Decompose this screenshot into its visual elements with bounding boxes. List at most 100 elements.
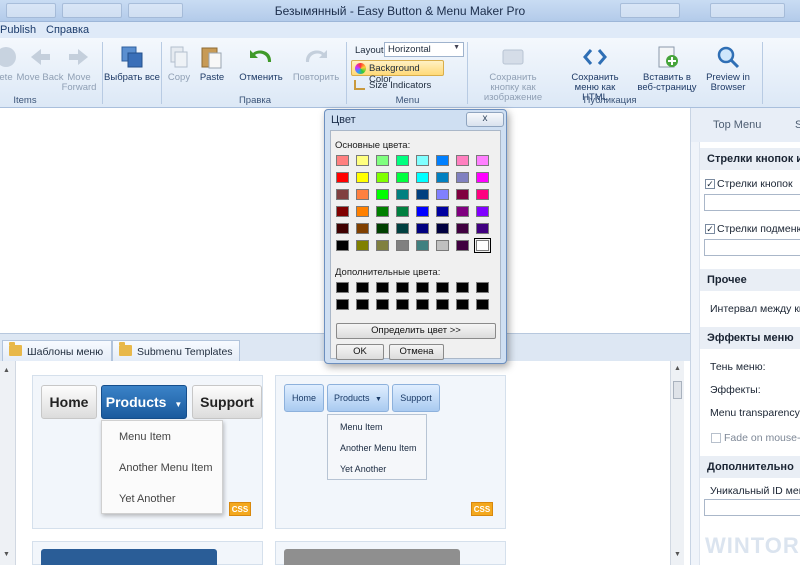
custom-color-swatch[interactable] <box>376 282 389 293</box>
color-swatch[interactable] <box>376 172 389 183</box>
save-button-image-button[interactable]: Сохранить кнопку как изображение <box>476 44 550 103</box>
menu-help[interactable]: Справка <box>46 24 89 36</box>
color-swatch[interactable] <box>396 189 409 200</box>
scrollbar-right[interactable]: ▲ ▼ <box>670 361 684 565</box>
color-swatch[interactable] <box>376 223 389 234</box>
custom-color-swatch[interactable] <box>376 299 389 310</box>
color-swatch[interactable] <box>416 240 429 251</box>
color-swatch[interactable] <box>376 155 389 166</box>
color-swatch[interactable] <box>356 172 369 183</box>
checkbox-submenu-arrows[interactable]: ✓ <box>705 224 715 234</box>
color-swatch[interactable] <box>456 189 469 200</box>
cancel-button[interactable]: Отмена <box>389 344 444 360</box>
background-color-button[interactable]: Background Color <box>351 60 444 85</box>
color-swatch[interactable] <box>436 155 449 166</box>
custom-color-swatch[interactable] <box>436 282 449 293</box>
color-swatch[interactable] <box>456 155 469 166</box>
preview-browser-button[interactable]: Preview in Browser <box>702 44 754 93</box>
tab-submenu[interactable]: S <box>795 119 800 131</box>
color-swatch[interactable] <box>396 240 409 251</box>
undo-button[interactable]: Отменить <box>233 44 289 83</box>
color-swatch[interactable] <box>416 206 429 217</box>
scrollbar-left[interactable]: ▲ ▼ <box>0 361 16 565</box>
color-swatch[interactable] <box>416 189 429 200</box>
color-swatch[interactable] <box>436 172 449 183</box>
section-effects: Эффекты меню <box>700 327 800 349</box>
color-swatch[interactable] <box>476 155 489 166</box>
custom-color-swatch[interactable] <box>416 299 429 310</box>
custom-color-swatch[interactable] <box>476 299 489 310</box>
move-forward-button[interactable]: Move Forward <box>51 44 107 93</box>
color-swatch[interactable] <box>356 223 369 234</box>
paste-button[interactable]: Paste <box>184 44 240 83</box>
ok-button[interactable]: OK <box>336 344 384 360</box>
scroll-thumb[interactable] <box>673 381 682 399</box>
custom-color-swatch[interactable] <box>356 299 369 310</box>
layout-select[interactable]: Horizontal ▼ <box>384 42 464 57</box>
color-swatch[interactable] <box>356 189 369 200</box>
color-swatch[interactable] <box>436 189 449 200</box>
color-swatch[interactable] <box>356 155 369 166</box>
color-swatch[interactable] <box>476 172 489 183</box>
color-swatch[interactable] <box>376 189 389 200</box>
group-label-publish: Публикация <box>583 95 637 106</box>
checkbox-button-arrows[interactable]: ✓ <box>705 179 715 189</box>
redo-button[interactable]: Повторить <box>288 44 344 83</box>
color-swatch[interactable] <box>476 206 489 217</box>
custom-color-swatch[interactable] <box>336 282 349 293</box>
color-swatch[interactable] <box>474 238 491 253</box>
tab-submenu-templates[interactable]: Submenu Templates <box>112 340 240 362</box>
template-card[interactable] <box>32 541 263 565</box>
color-swatch[interactable] <box>336 155 349 166</box>
color-swatch[interactable] <box>416 172 429 183</box>
menu-publish[interactable]: Publish <box>0 24 36 36</box>
color-swatch[interactable] <box>416 155 429 166</box>
color-swatch[interactable] <box>476 223 489 234</box>
unique-id-field[interactable] <box>704 499 800 516</box>
color-swatch[interactable] <box>456 223 469 234</box>
size-indicators-button[interactable]: Size Indicators <box>354 79 444 93</box>
color-swatch[interactable] <box>396 155 409 166</box>
tab-menu-templates[interactable]: Шаблоны меню <box>2 340 112 362</box>
insert-web-page-button[interactable]: Вставить в веб-страницу <box>637 44 697 93</box>
color-swatch[interactable] <box>356 240 369 251</box>
color-swatch[interactable] <box>336 189 349 200</box>
color-swatch[interactable] <box>376 206 389 217</box>
section-arrows: Стрелки кнопок и м <box>700 148 800 170</box>
template-card[interactable]: Home Products ▼ Support Menu Item Anothe… <box>275 375 506 529</box>
color-swatch[interactable] <box>336 172 349 183</box>
color-swatch[interactable] <box>336 206 349 217</box>
template-card[interactable] <box>275 541 506 565</box>
custom-color-swatch[interactable] <box>336 299 349 310</box>
custom-color-swatch[interactable] <box>396 282 409 293</box>
color-swatch[interactable] <box>456 206 469 217</box>
color-swatch[interactable] <box>456 240 469 251</box>
color-swatch[interactable] <box>476 189 489 200</box>
color-swatch[interactable] <box>376 240 389 251</box>
submenu-arrows-field[interactable] <box>704 239 800 256</box>
color-swatch[interactable] <box>456 172 469 183</box>
button-arrows-field[interactable] <box>704 194 800 211</box>
color-swatch[interactable] <box>416 223 429 234</box>
define-color-button[interactable]: Определить цвет >> <box>336 323 496 339</box>
color-swatch[interactable] <box>336 223 349 234</box>
custom-color-swatch[interactable] <box>436 299 449 310</box>
custom-color-swatch[interactable] <box>396 299 409 310</box>
custom-color-swatch[interactable] <box>476 282 489 293</box>
custom-color-swatch[interactable] <box>356 282 369 293</box>
dialog-close-button[interactable]: x <box>466 112 504 127</box>
color-swatch[interactable] <box>396 206 409 217</box>
color-swatch[interactable] <box>436 223 449 234</box>
custom-color-swatch[interactable] <box>416 282 429 293</box>
color-swatch[interactable] <box>356 206 369 217</box>
color-swatch[interactable] <box>396 172 409 183</box>
checkbox-fade[interactable] <box>711 433 721 443</box>
custom-color-swatch[interactable] <box>456 282 469 293</box>
custom-color-swatch[interactable] <box>456 299 469 310</box>
color-swatch[interactable] <box>336 240 349 251</box>
tab-top-menu[interactable]: Top Menu <box>713 119 761 131</box>
color-swatch[interactable] <box>436 206 449 217</box>
color-swatch[interactable] <box>396 223 409 234</box>
template-card[interactable]: Home Products ▼ Support Menu Item Anothe… <box>32 375 263 529</box>
color-swatch[interactable] <box>436 240 449 251</box>
